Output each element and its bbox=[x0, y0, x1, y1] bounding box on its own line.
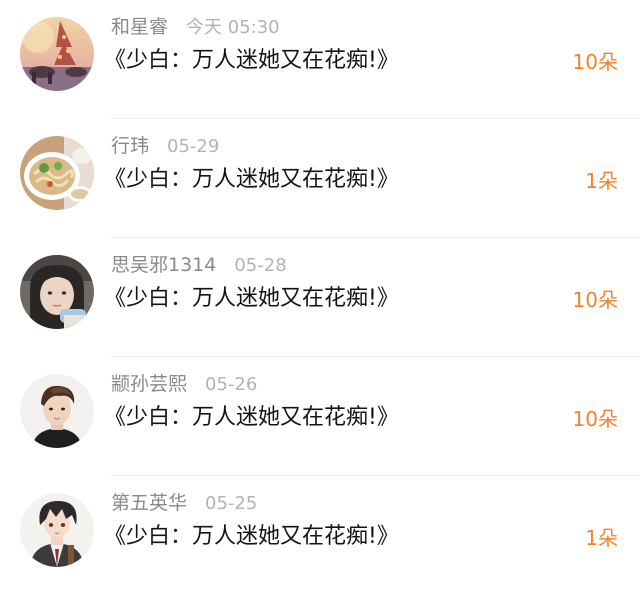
list-item[interactable]: 行玮 05-29 《少白：万人迷她又在花痴!》 1朵 bbox=[0, 119, 640, 238]
avatar[interactable] bbox=[20, 493, 94, 567]
book-title[interactable]: 《少白：万人迷她又在花痴!》 bbox=[104, 521, 399, 553]
flower-count: 10朵 bbox=[572, 288, 618, 312]
list-item[interactable]: 第五英华 05-25 《少白：万人迷她又在花痴!》 1朵 bbox=[0, 476, 640, 595]
user-name[interactable]: 行玮 bbox=[111, 135, 149, 157]
timestamp: 今天 05:30 bbox=[186, 17, 280, 38]
young-man-portrait-avatar-icon bbox=[20, 374, 94, 448]
flower-count: 10朵 bbox=[572, 50, 618, 74]
user-name[interactable]: 思吴邪1314 bbox=[111, 254, 216, 276]
list-item[interactable]: 和星睿 今天 05:30 《少白：万人迷她又在花痴!》 10朵 bbox=[0, 0, 640, 119]
user-name[interactable]: 颛孙芸熙 bbox=[111, 373, 187, 395]
avatar[interactable] bbox=[20, 255, 94, 329]
user-name[interactable]: 第五英华 bbox=[111, 492, 187, 514]
book-title[interactable]: 《少白：万人迷她又在花痴!》 bbox=[104, 45, 399, 77]
list-item[interactable]: 思吴邪1314 05-28 《少白：万人迷她又在花痴!》 10朵 bbox=[0, 238, 640, 357]
timestamp: 05-29 bbox=[167, 136, 220, 157]
item-meta: 思吴邪1314 05-28 bbox=[111, 252, 287, 278]
avatar[interactable] bbox=[20, 17, 94, 91]
list-item[interactable]: 颛孙芸熙 05-26 《少白：万人迷她又在花痴!》 10朵 bbox=[0, 357, 640, 476]
flower-count: 10朵 bbox=[572, 407, 618, 431]
avatar[interactable] bbox=[20, 374, 94, 448]
park-bench-sunset-avatar-icon bbox=[20, 17, 94, 91]
book-title[interactable]: 《少白：万人迷她又在花痴!》 bbox=[104, 164, 399, 196]
gift-record-list: 和星睿 今天 05:30 《少白：万人迷她又在花痴!》 10朵 行玮 05-29… bbox=[0, 0, 640, 608]
flower-count: 1朵 bbox=[585, 169, 618, 193]
item-meta: 第五英华 05-25 bbox=[111, 490, 257, 516]
book-title[interactable]: 《少白：万人迷她又在花痴!》 bbox=[104, 402, 399, 434]
book-title[interactable]: 《少白：万人迷她又在花痴!》 bbox=[104, 283, 399, 315]
item-meta: 和星睿 今天 05:30 bbox=[111, 14, 280, 40]
avatar[interactable] bbox=[20, 136, 94, 210]
girl-selfie-avatar-icon bbox=[20, 255, 94, 329]
anime-boy-avatar-icon bbox=[20, 493, 94, 567]
timestamp: 05-25 bbox=[205, 493, 258, 514]
noodle-bowl-avatar-icon bbox=[20, 136, 94, 210]
flower-count: 1朵 bbox=[585, 526, 618, 550]
item-meta: 颛孙芸熙 05-26 bbox=[111, 371, 257, 397]
user-name[interactable]: 和星睿 bbox=[111, 16, 168, 38]
item-meta: 行玮 05-29 bbox=[111, 133, 219, 159]
timestamp: 05-26 bbox=[205, 374, 258, 395]
timestamp: 05-28 bbox=[234, 255, 287, 276]
